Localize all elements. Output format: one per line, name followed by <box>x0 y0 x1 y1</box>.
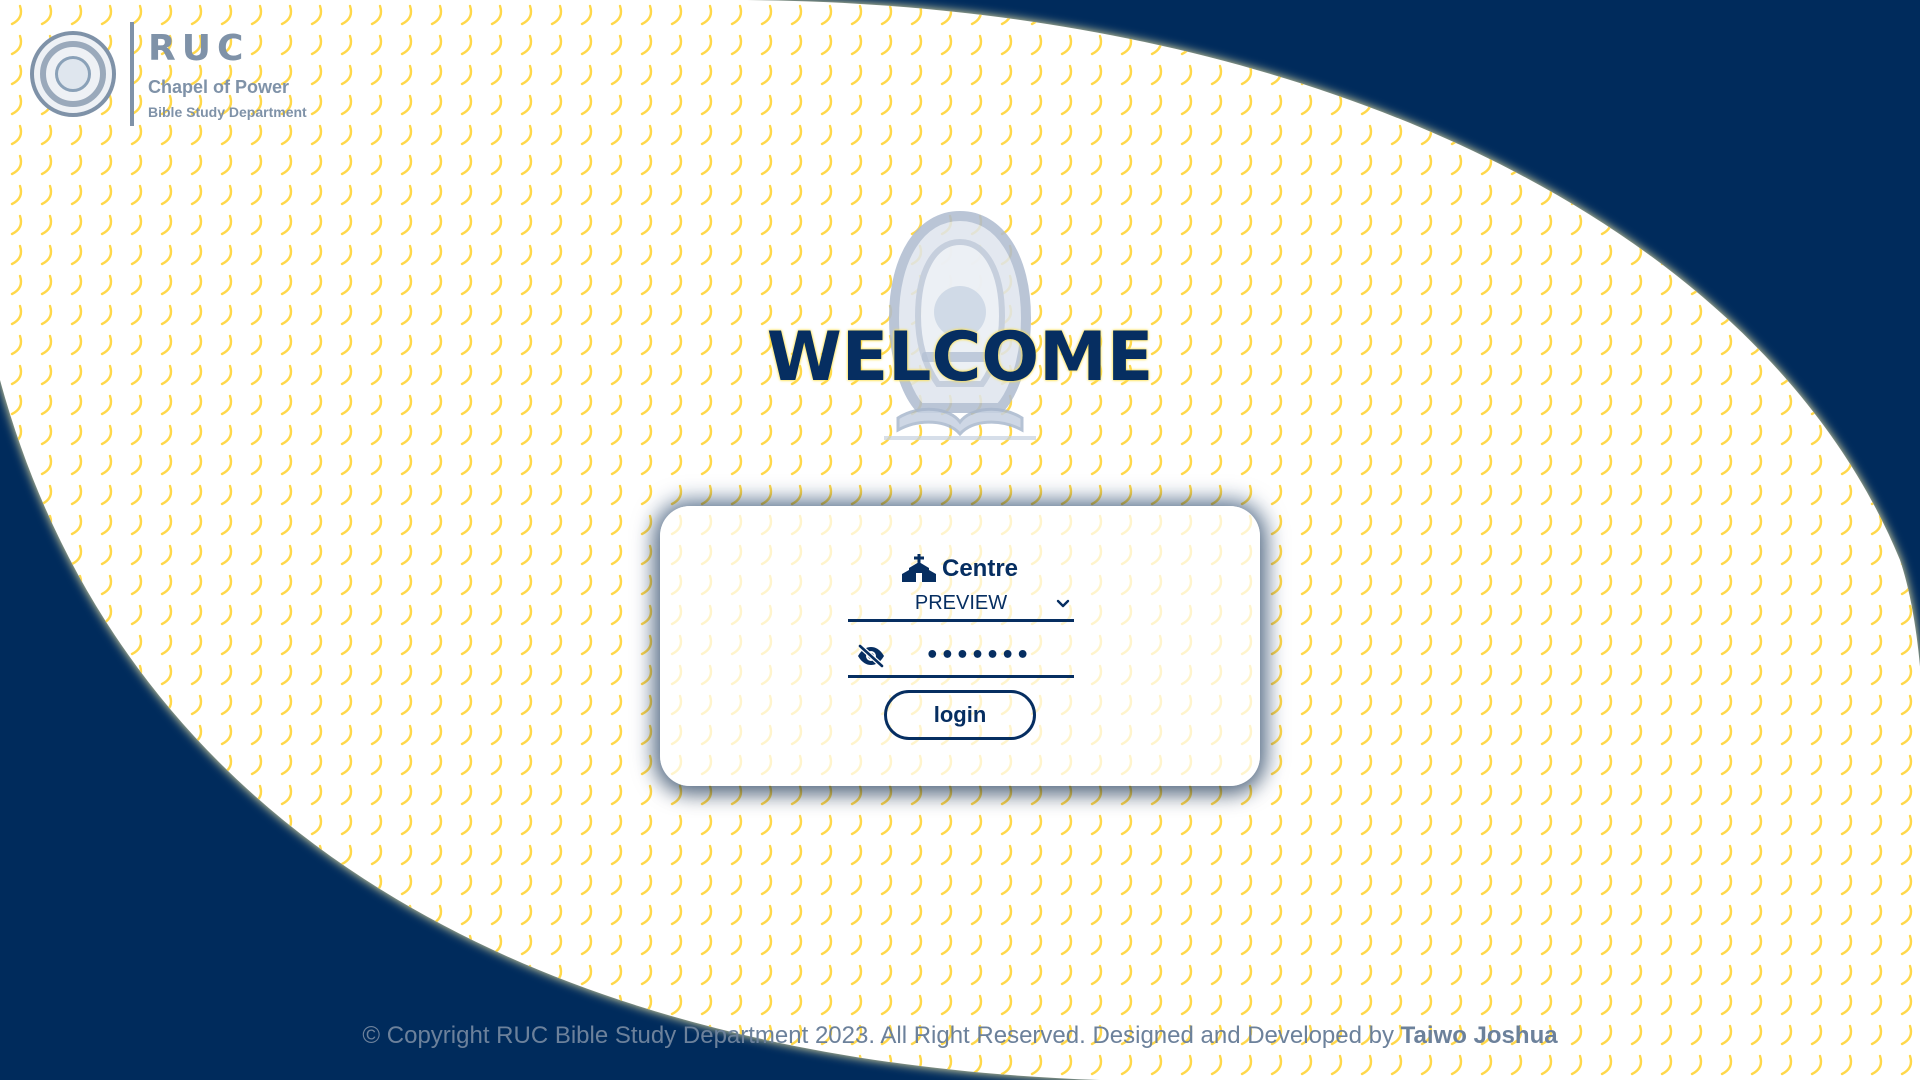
centre-label: Centre <box>660 554 1260 584</box>
brand-abbrev: RUC <box>148 27 250 69</box>
brand-department: Bible Study Department <box>148 103 307 120</box>
login-button[interactable]: login <box>884 690 1036 740</box>
brand-name: Chapel of Power <box>148 76 290 97</box>
centre-select-value: PREVIEW <box>914 592 1008 614</box>
welcome-heading: WELCOME <box>766 318 1154 397</box>
footer-developer: Taiwo Joshua <box>1400 1022 1558 1049</box>
brand-divider <box>130 22 134 126</box>
chevron-down-icon <box>1056 599 1070 608</box>
login-card: Centre PREVIEW login <box>660 506 1260 786</box>
church-icon <box>901 554 936 582</box>
footer: © Copyright RUC Bible Study Department 2… <box>0 1022 1920 1050</box>
eye-slash-icon[interactable] <box>856 644 886 673</box>
brand-logo: RUC Chapel of Power Bible Study Departme… <box>30 22 307 126</box>
password-field <box>848 634 1074 678</box>
footer-copyright: © Copyright RUC Bible Study Department 2… <box>362 1022 1401 1049</box>
password-input[interactable] <box>888 640 1068 670</box>
centre-label-text: Centre <box>941 555 1019 582</box>
ruc-seal-icon <box>30 31 116 117</box>
centre-select[interactable]: PREVIEW <box>848 588 1074 622</box>
